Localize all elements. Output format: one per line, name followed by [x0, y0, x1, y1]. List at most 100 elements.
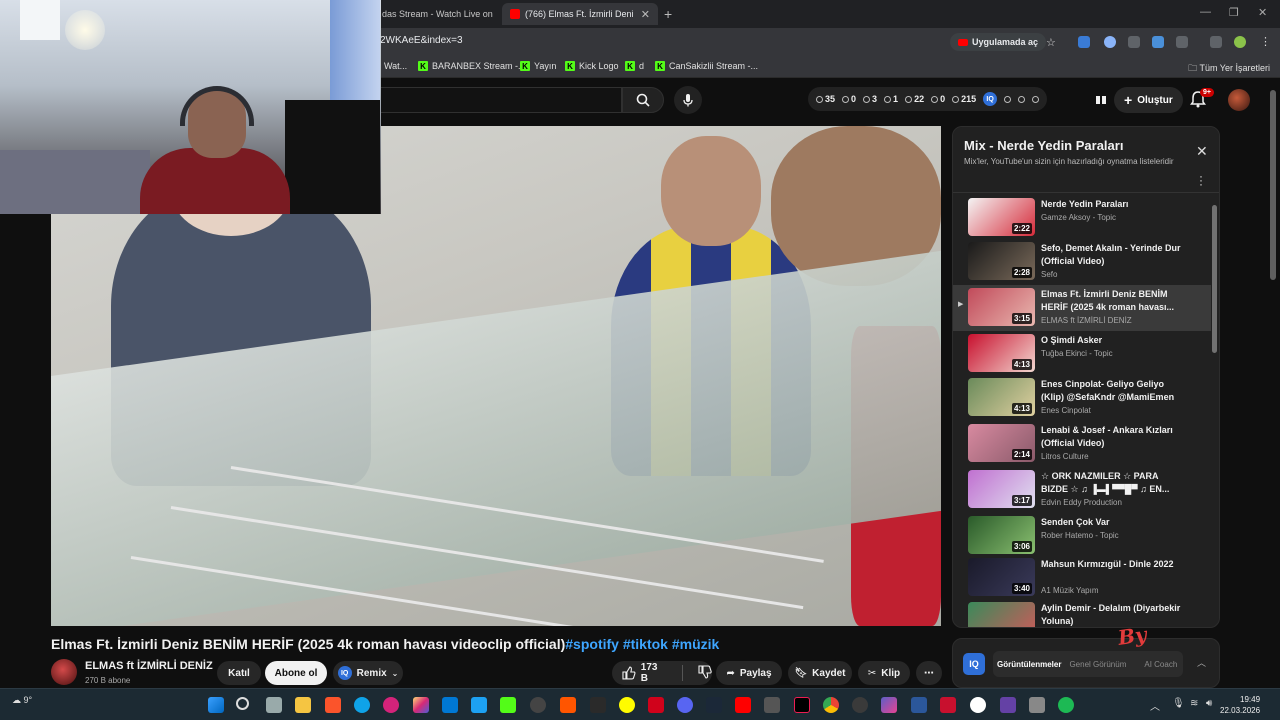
channel-name[interactable]: ELMAS ft İZMİRLİ DENİZ [85, 660, 213, 672]
puzzle-icon[interactable] [1176, 36, 1188, 48]
lightbulb-icon[interactable] [1018, 95, 1026, 103]
playlist-item-title[interactable]: O Şimdi Asker [1041, 334, 1186, 347]
playlist-item[interactable]: 2:22 Nerde Yedin Paraları Gamze Aksoy - To… [953, 195, 1211, 241]
weather-widget[interactable]: ☁ 9° [12, 695, 32, 706]
clip-button[interactable]: ✂ Klip [858, 661, 910, 685]
wifi-icon[interactable]: ≋ [1190, 698, 1198, 709]
playlist-thumbnail[interactable]: 2:28 [968, 242, 1035, 280]
account-avatar[interactable] [1228, 89, 1250, 111]
extension-icon[interactable] [1128, 36, 1140, 48]
valorant-icon[interactable] [648, 697, 664, 713]
playlist-item-title[interactable]: Nerde Yedin Paraları [1041, 198, 1186, 211]
playlist-item[interactable]: 2:14 Lenabi & Josef - Ankara Kızları (Off… [953, 421, 1211, 467]
playlist-item-title[interactable]: ☆ ORK NAZMILER ☆ PARA BIZDE ☆ ♫ ▐▬▌▀▀█▀ … [1041, 470, 1186, 496]
playlist-item[interactable]: 2:28 Sefo, Demet Akalın - Yerinde Dur (Of… [953, 239, 1211, 285]
chat-icon[interactable] [1032, 95, 1040, 103]
chevron-up-icon[interactable]: ︿ [1150, 698, 1160, 713]
settings-icon[interactable] [1029, 697, 1045, 713]
join-button[interactable]: Katıl [217, 661, 261, 685]
new-tab-icon[interactable]: + [664, 6, 672, 22]
playlist-thumbnail[interactable]: 2:14 [968, 424, 1035, 462]
app-icon[interactable] [911, 697, 927, 713]
soundcloud-icon[interactable] [560, 697, 576, 713]
bookmark-item[interactable]: K Yayın [520, 61, 556, 71]
search-icon[interactable] [236, 697, 249, 710]
close-icon[interactable]: ✕ [1196, 143, 1208, 160]
more-vert-icon[interactable]: · · · [1199, 170, 1203, 190]
tab-views[interactable]: Görüntülenmeler [993, 660, 1065, 669]
playlist-thumbnail[interactable]: 3:40 [968, 558, 1035, 596]
yandex-icon[interactable] [970, 697, 986, 713]
subscribe-button[interactable]: Abone ol [265, 661, 327, 685]
open-in-app-button[interactable]: Uygulamada aç [950, 33, 1047, 51]
tab-stream[interactable]: das Stream - Watch Live on ✕ [374, 3, 502, 25]
shield-icon[interactable] [1104, 36, 1116, 48]
list-icon[interactable] [1004, 95, 1012, 103]
playlist-item-title[interactable]: Lenabi & Josef - Ankara Kızları (Officia… [1041, 424, 1186, 450]
bookmark-item[interactable]: K Kick Logo [565, 61, 619, 71]
profile-icon[interactable] [1234, 36, 1246, 48]
iq-icon[interactable]: IQ [983, 92, 998, 106]
search-button[interactable] [622, 87, 664, 113]
bookmark-item[interactable]: K BARANBEX Stream -... [418, 61, 526, 71]
bookmark-item[interactable]: K CanSakizlii Stream -... [655, 61, 758, 71]
chrome-icon[interactable] [823, 697, 839, 713]
share-button[interactable]: ➦ Paylaş [716, 661, 782, 685]
close-window-icon[interactable]: ✕ [1258, 6, 1267, 19]
playlist-thumbnail[interactable] [968, 602, 1035, 627]
snapchat-icon[interactable] [619, 697, 635, 713]
playlist-item-title[interactable]: Aylin Demir - Delalım (Diyarbekir Yoluna… [1041, 602, 1186, 627]
twitter-icon[interactable] [471, 697, 487, 713]
app-icon[interactable] [940, 697, 956, 713]
playlist-item-title[interactable]: Sefo, Demet Akalın - Yerinde Dur (Offici… [1041, 242, 1186, 268]
channel-avatar[interactable] [51, 659, 77, 685]
tab-ai-coach[interactable]: AI Coach [1140, 660, 1181, 669]
playlist-thumbnail[interactable]: 4:13 [968, 334, 1035, 372]
kick-icon[interactable] [500, 697, 516, 713]
playlist-thumbnail[interactable]: 3:17 [968, 470, 1035, 508]
tab-overview[interactable]: Genel Görünüm [1065, 660, 1130, 669]
microphone-icon[interactable]: 🎙︎ [1172, 698, 1185, 709]
discord-icon[interactable] [677, 697, 693, 713]
tab-youtube-video[interactable]: (766) Elmas Ft. İzmirli Deniz BEN ✕ [502, 3, 658, 25]
file-explorer-icon[interactable] [295, 697, 311, 713]
playlist-item[interactable]: ▶ 3:15 Elmas Ft. İzmirli Deniz BENİM HERİF… [953, 285, 1211, 331]
playlist-item-title[interactable]: Mahsun Kırmızıgül - Dinle 2022 [1041, 558, 1186, 571]
windows-start-icon[interactable] [208, 697, 224, 713]
tab-search-icon[interactable] [1210, 36, 1222, 48]
steam-icon[interactable] [706, 697, 722, 713]
chevron-up-icon[interactable]: ︿ [1197, 656, 1206, 669]
app-icon[interactable] [1000, 697, 1016, 713]
playlist-item[interactable]: 3:17 ☆ ORK NAZMILER ☆ PARA BIZDE ☆ ♫ ▐▬▌▀… [953, 467, 1211, 513]
playlist-thumbnail[interactable]: 3:15 [968, 288, 1035, 326]
extension-icon[interactable] [1078, 36, 1090, 48]
copilot-icon[interactable] [881, 697, 897, 713]
save-button[interactable]: 🔖︎ Kaydet [788, 661, 852, 685]
search-input[interactable] [370, 87, 622, 113]
playlist-item[interactable]: 3:40 Mahsun Kırmızıgül - Dinle 2022 A1 Müz… [953, 555, 1211, 601]
minimize-icon[interactable]: — [1200, 6, 1211, 18]
volume-icon[interactable]: 🔊︎ [1206, 698, 1212, 709]
speedometer-icon[interactable] [530, 697, 546, 713]
playlist-item[interactable]: 4:13 Enes Cinpolat- Geliyo Geliyo (Klip) … [953, 375, 1211, 421]
app-icon[interactable] [764, 697, 780, 713]
hashtag-links[interactable]: #spotify #tiktok #müzik [565, 636, 719, 652]
instagram-icon[interactable] [413, 697, 429, 713]
playlist-item[interactable]: 4:13 O Şimdi Asker Tuğba Ekinci - Topic [953, 331, 1211, 377]
bookmark-item[interactable]: Kd [625, 61, 644, 71]
tiktok-icon[interactable] [794, 697, 810, 713]
more-actions-button[interactable]: ⋯ [916, 661, 942, 685]
all-bookmarks-folder[interactable]: 🗀 Tüm Yer İşaretleri [1188, 61, 1270, 77]
playlist-item-title[interactable]: Elmas Ft. İzmirli Deniz BENİM HERİF (202… [1041, 288, 1186, 314]
playlist-thumbnail[interactable]: 4:13 [968, 378, 1035, 416]
url-field[interactable]: 2WKAeE&index=3 [380, 35, 463, 46]
system-clock[interactable]: 19:49 22.03.2026 [1220, 694, 1260, 716]
playlist-thumbnail[interactable]: 3:06 [968, 516, 1035, 554]
create-button[interactable]: + Oluştur [1114, 87, 1183, 113]
brave-icon[interactable] [325, 697, 341, 713]
gift-icon[interactable] [1094, 92, 1108, 106]
restore-icon[interactable]: ❐ [1229, 6, 1239, 19]
epic-games-icon[interactable] [590, 697, 606, 713]
playlist-item-title[interactable]: Enes Cinpolat- Geliyo Geliyo (Klip) @Sef… [1041, 378, 1186, 404]
page-scrollbar[interactable] [1270, 90, 1276, 280]
